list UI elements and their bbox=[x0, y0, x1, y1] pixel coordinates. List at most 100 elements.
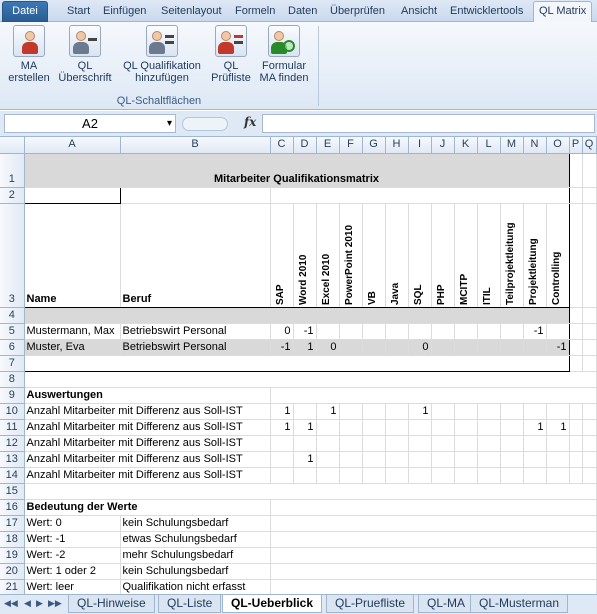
tab-entwicklertools[interactable]: Entwicklertools bbox=[445, 2, 528, 22]
tab-formeln[interactable]: Formeln bbox=[230, 2, 280, 22]
auswertung-value[interactable] bbox=[523, 435, 547, 452]
auswertung-value[interactable] bbox=[454, 451, 478, 468]
auswertung-value[interactable] bbox=[454, 467, 478, 484]
sheet-tab-ql-ma[interactable]: QL-MA bbox=[418, 595, 475, 613]
row-header[interactable]: 12 bbox=[0, 435, 25, 452]
skill-header[interactable]: VB bbox=[362, 203, 386, 308]
auswertung-value[interactable] bbox=[546, 435, 570, 452]
ql-ueberschrift-button[interactable]: QL Überschrift bbox=[54, 25, 116, 84]
cell[interactable] bbox=[582, 153, 597, 188]
skill-value[interactable] bbox=[385, 323, 409, 340]
skill-value[interactable] bbox=[362, 339, 386, 356]
auswertung-value[interactable] bbox=[523, 451, 547, 468]
sheet-tab-ql-musterman[interactable]: QL-Musterman bbox=[470, 595, 569, 613]
legend-wert[interactable]: Wert: leer bbox=[24, 579, 121, 594]
auswertung-value[interactable]: 1 bbox=[316, 403, 340, 420]
auswertung-value[interactable] bbox=[339, 435, 363, 452]
cell[interactable] bbox=[569, 467, 583, 484]
skill-value[interactable] bbox=[500, 323, 524, 340]
legend-text[interactable]: mehr Schulungsbedarf bbox=[120, 547, 271, 564]
row-header[interactable]: 11 bbox=[0, 419, 25, 436]
skill-value[interactable] bbox=[523, 339, 547, 356]
auswertung-value[interactable] bbox=[408, 419, 432, 436]
skill-value[interactable]: 1 bbox=[293, 339, 317, 356]
cell[interactable] bbox=[270, 499, 597, 516]
auswertung-value[interactable] bbox=[477, 403, 501, 420]
legend-wert[interactable]: Wert: 1 oder 2 bbox=[24, 563, 121, 580]
auswertung-value[interactable] bbox=[270, 467, 294, 484]
cell[interactable] bbox=[270, 515, 597, 532]
column-header[interactable]: F bbox=[339, 137, 363, 154]
skill-value[interactable] bbox=[454, 339, 478, 356]
auswertung-value[interactable] bbox=[454, 419, 478, 436]
skill-value[interactable]: -1 bbox=[293, 323, 317, 340]
legend-wert[interactable]: Wert: -1 bbox=[24, 531, 121, 548]
auswertung-value[interactable] bbox=[362, 451, 386, 468]
row-header[interactable]: 15 bbox=[0, 483, 25, 500]
skill-value[interactable] bbox=[339, 339, 363, 356]
auswertung-value[interactable] bbox=[339, 403, 363, 420]
cell[interactable] bbox=[569, 403, 583, 420]
skill-value[interactable] bbox=[477, 339, 501, 356]
cell[interactable] bbox=[569, 451, 583, 468]
auswertung-value[interactable] bbox=[316, 435, 340, 452]
skill-value[interactable] bbox=[500, 339, 524, 356]
cell[interactable] bbox=[582, 355, 597, 372]
tab-ueberpruefen[interactable]: Überprüfen bbox=[325, 2, 390, 22]
skill-header[interactable]: PHP bbox=[431, 203, 455, 308]
skill-value[interactable] bbox=[339, 323, 363, 340]
cell[interactable] bbox=[569, 419, 583, 436]
column-header[interactable]: E bbox=[316, 137, 340, 154]
skill-header[interactable]: Word 2010 bbox=[293, 203, 317, 308]
row-header[interactable]: 5 bbox=[0, 323, 25, 340]
column-header[interactable]: N bbox=[523, 137, 547, 154]
auswertung-value[interactable] bbox=[408, 467, 432, 484]
auswertung-value[interactable]: 1 bbox=[408, 403, 432, 420]
skill-header[interactable]: Controlling bbox=[546, 203, 570, 308]
cell[interactable] bbox=[582, 203, 597, 308]
row-header[interactable]: 4 bbox=[0, 307, 25, 324]
auswertung-value[interactable] bbox=[546, 403, 570, 420]
cell[interactable] bbox=[569, 355, 583, 372]
auswertungen-title[interactable]: Auswertungen bbox=[24, 387, 271, 404]
auswertung-value[interactable] bbox=[431, 451, 455, 468]
auswertung-label[interactable]: Anzahl Mitarbeiter mit Differenz aus Sol… bbox=[24, 419, 271, 436]
auswertung-value[interactable] bbox=[546, 451, 570, 468]
cell[interactable] bbox=[569, 339, 583, 356]
row-header[interactable]: 21 bbox=[0, 579, 25, 594]
skill-header[interactable]: SAP bbox=[270, 203, 294, 308]
auswertung-value[interactable] bbox=[316, 467, 340, 484]
column-header[interactable]: Q bbox=[582, 137, 597, 154]
column-header[interactable]: D bbox=[293, 137, 317, 154]
row-header[interactable]: 13 bbox=[0, 451, 25, 468]
header-name[interactable]: Name bbox=[23, 203, 121, 308]
employee-beruf[interactable]: Betriebswirt Personal bbox=[120, 339, 271, 356]
employee-name[interactable]: Muster, Eva bbox=[23, 339, 121, 356]
auswertung-label[interactable]: Anzahl Mitarbeiter mit Differenz aus Sol… bbox=[24, 435, 271, 452]
legend-text[interactable]: kein Schulungsbedarf bbox=[120, 515, 271, 532]
skill-header[interactable]: Java bbox=[385, 203, 409, 308]
row-header[interactable]: 18 bbox=[0, 531, 25, 548]
cell[interactable] bbox=[23, 186, 121, 204]
auswertung-value[interactable] bbox=[431, 467, 455, 484]
auswertung-value[interactable] bbox=[431, 435, 455, 452]
column-header[interactable]: M bbox=[500, 137, 524, 154]
auswertung-value[interactable] bbox=[477, 435, 501, 452]
auswertung-value[interactable] bbox=[385, 435, 409, 452]
skill-header[interactable]: ITIL bbox=[477, 203, 501, 308]
cell[interactable] bbox=[24, 483, 597, 500]
legend-wert[interactable]: Wert: -2 bbox=[24, 547, 121, 564]
skill-value[interactable] bbox=[316, 323, 340, 340]
column-header[interactable]: O bbox=[546, 137, 570, 154]
skill-value[interactable] bbox=[431, 339, 455, 356]
auswertung-value[interactable] bbox=[339, 451, 363, 468]
auswertung-value[interactable] bbox=[477, 419, 501, 436]
auswertung-value[interactable] bbox=[339, 419, 363, 436]
skill-value[interactable] bbox=[362, 323, 386, 340]
auswertung-value[interactable]: 1 bbox=[293, 451, 317, 468]
row-header[interactable]: 9 bbox=[0, 387, 25, 404]
cell[interactable] bbox=[569, 307, 583, 324]
cell[interactable] bbox=[270, 579, 597, 594]
cell[interactable] bbox=[569, 435, 583, 452]
row-header[interactable]: 14 bbox=[0, 467, 25, 484]
